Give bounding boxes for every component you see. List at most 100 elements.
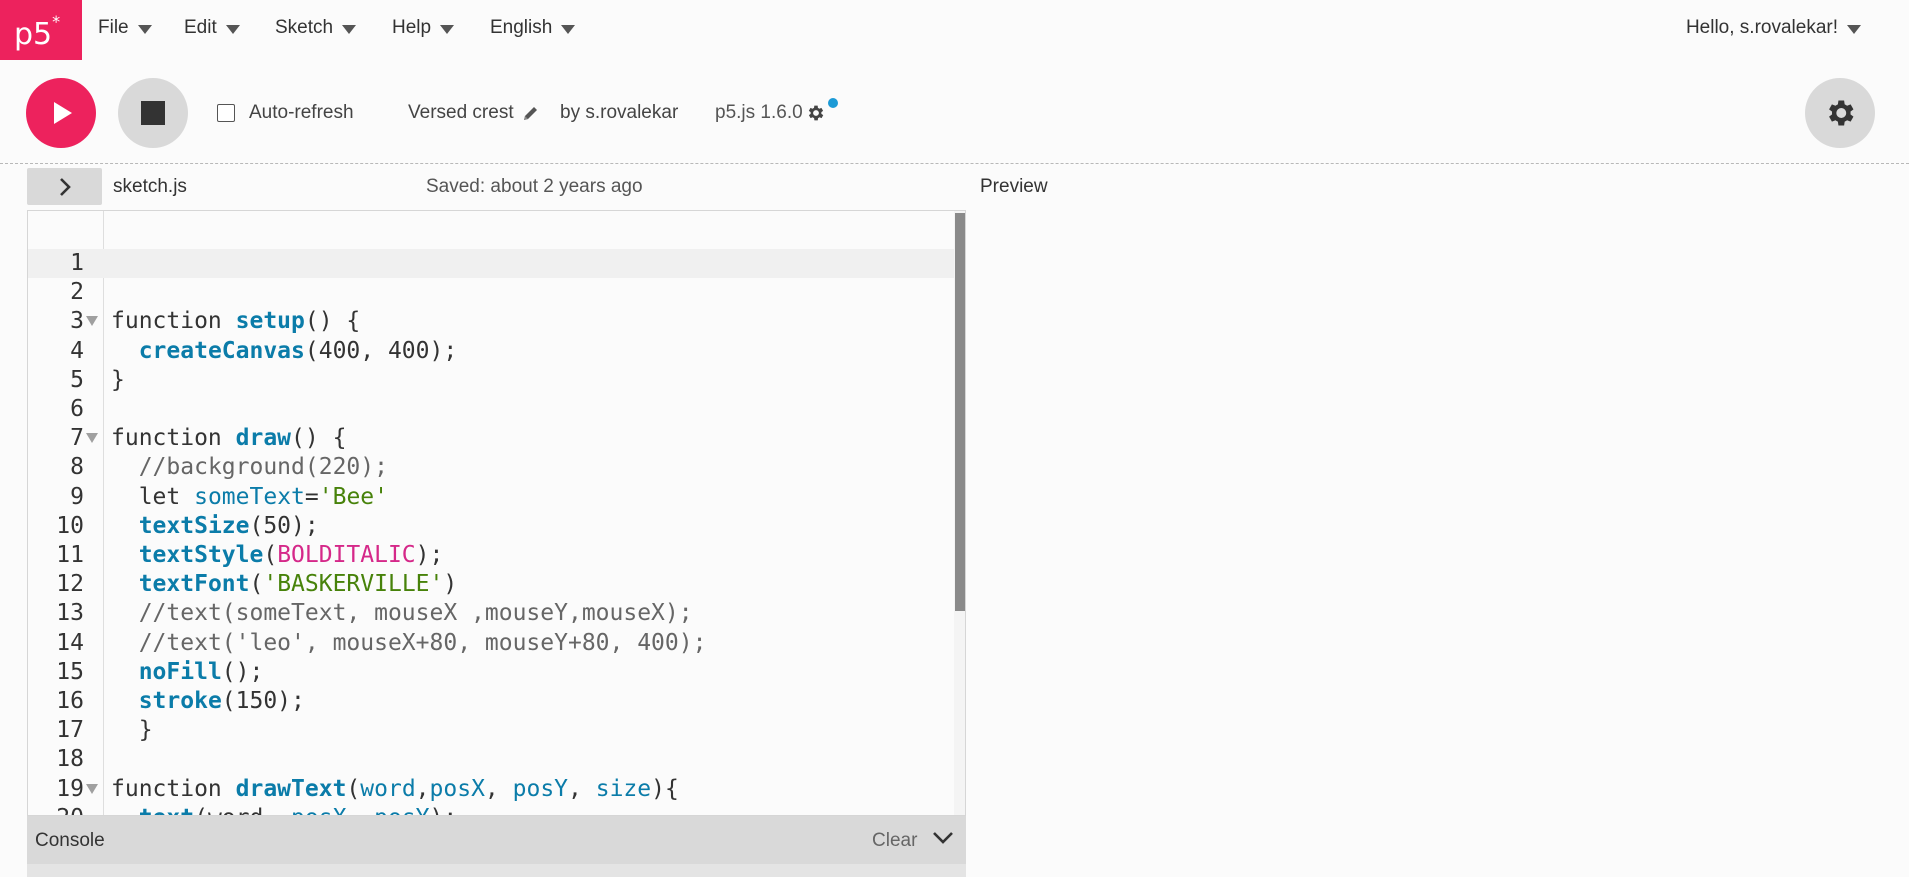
p5-logo[interactable]: p5* xyxy=(0,0,82,60)
menu-language[interactable]: English xyxy=(490,0,576,56)
code-line[interactable]: 14 //text('leo', mouseX+80, mouseY+80, 4… xyxy=(28,629,954,658)
file-name: sketch.js xyxy=(113,176,187,197)
line-number: 8 xyxy=(70,454,84,481)
code-line[interactable]: 16 stroke(150); xyxy=(28,687,954,716)
line-number: 12 xyxy=(56,571,84,598)
gear-icon[interactable] xyxy=(806,103,826,123)
user-greeting: Hello, s.rovalekar! xyxy=(1685,17,1838,38)
line-number: 14 xyxy=(56,629,84,656)
console-body xyxy=(27,864,966,877)
code-line[interactable]: 10 textSize(50); xyxy=(28,512,954,541)
caret-down-icon xyxy=(1847,24,1861,34)
code-text: } xyxy=(111,366,125,393)
sketch-name-editor[interactable]: Versed crest xyxy=(408,102,540,124)
line-number: 17 xyxy=(56,717,84,744)
code-text: function drawText(word,posX, posY, size)… xyxy=(111,775,679,802)
code-text: //text('leo', mouseX+80, mouseY+80, 400)… xyxy=(138,629,707,656)
version-settings[interactable]: p5.js 1.6.0 xyxy=(715,98,838,124)
code-line[interactable]: 7 function draw() { xyxy=(28,424,954,453)
play-button[interactable] xyxy=(26,78,96,148)
caret-down-icon xyxy=(342,24,357,34)
code-text: text(word, posX, posY); xyxy=(111,804,458,815)
logo-asterisk: * xyxy=(52,12,61,31)
line-number: 3 xyxy=(70,308,84,335)
preview-label: Preview xyxy=(980,176,1048,197)
code-line[interactable]: 4 createCanvas(400, 400); xyxy=(28,337,954,366)
code-line[interactable]: 2 xyxy=(28,278,954,307)
menu-edit-label: Edit xyxy=(184,17,217,38)
stop-icon xyxy=(141,101,165,125)
gear-icon xyxy=(1829,100,1854,126)
toolbar: Auto-refresh Versed crest by s.rovalekar… xyxy=(0,60,1909,164)
expand-sidebar-button[interactable] xyxy=(27,168,102,205)
line-number: 10 xyxy=(56,512,84,539)
user-menu[interactable]: Hello, s.rovalekar! xyxy=(1686,0,1861,56)
menu-help-label: Help xyxy=(392,17,432,38)
line-number: 2 xyxy=(70,279,84,306)
code-text: function setup() { xyxy=(111,308,361,335)
menu-file[interactable]: File xyxy=(98,0,152,56)
line-number: 15 xyxy=(56,658,84,685)
code-line[interactable]: 3 function setup() { xyxy=(28,307,954,336)
code-line[interactable]: 18 xyxy=(28,745,954,774)
line-number: 1 xyxy=(70,250,84,276)
auto-refresh-checkbox[interactable] xyxy=(217,104,235,122)
settings-button[interactable] xyxy=(1805,78,1875,148)
code-text: //background(220); xyxy=(138,454,388,481)
menu-help[interactable]: Help xyxy=(392,0,455,56)
console-clear-button[interactable]: Clear xyxy=(872,830,917,852)
code-line[interactable]: 15 noFill(); xyxy=(28,658,954,687)
code-line[interactable]: 5} xyxy=(28,366,954,395)
fold-arrow-icon[interactable] xyxy=(86,316,98,327)
logo-text: p5 xyxy=(14,17,53,52)
code-line[interactable]: 6 xyxy=(28,395,954,424)
fold-arrow-icon[interactable] xyxy=(86,783,98,794)
code-text: } xyxy=(111,717,153,744)
menu-sketch[interactable]: Sketch xyxy=(275,0,357,56)
line-number: 6 xyxy=(70,396,84,422)
caret-down-icon xyxy=(561,24,576,34)
code-text: textFont('BASKERVILLE') xyxy=(138,571,458,598)
caret-down-icon xyxy=(225,24,240,34)
console-panel: Console Clear xyxy=(27,816,966,864)
code-text: noFill(); xyxy=(138,658,264,685)
code-text: textStyle(BOLDITALIC); xyxy=(138,542,444,568)
code-text: function draw() { xyxy=(111,425,347,452)
code-text: textSize(50); xyxy=(138,512,319,539)
auto-refresh-label: Auto-refresh xyxy=(249,102,354,123)
fold-arrow-icon[interactable] xyxy=(86,433,98,444)
chevron-down-icon[interactable] xyxy=(931,828,955,848)
code-editor[interactable]: 1 2 3 function setup() {4 createCanvas(400,… xyxy=(27,210,966,816)
play-icon xyxy=(54,102,72,124)
line-number: 18 xyxy=(56,746,84,773)
p5-version-label: p5.js 1.6.0 xyxy=(715,102,803,123)
menu-edit[interactable]: Edit xyxy=(184,0,240,56)
code-line[interactable]: 12 textFont('BASKERVILLE') xyxy=(28,570,954,599)
top-nav: p5* File Edit Sketch Help English Hello,… xyxy=(0,0,1909,60)
code-text: //text(someText, mouseX ,mouseY,mouseX); xyxy=(138,600,693,627)
line-number: 19 xyxy=(56,775,84,802)
line-number: 4 xyxy=(70,337,84,364)
editor-scrollbar-thumb[interactable] xyxy=(955,213,965,611)
auto-refresh-toggle[interactable]: Auto-refresh xyxy=(217,102,354,124)
code-line[interactable]: 1 xyxy=(28,249,954,278)
code-line[interactable]: 19 function drawText(word,posX, posY, siz… xyxy=(28,775,954,804)
stop-button[interactable] xyxy=(118,78,188,148)
code-line[interactable]: 20 text(word, posX, posY); xyxy=(28,804,954,815)
line-number: 13 xyxy=(56,600,84,627)
code-line[interactable]: 17 } xyxy=(28,716,954,745)
menu-file-label: File xyxy=(98,17,129,38)
code-line[interactable]: 9 let someText='Bee' xyxy=(28,483,954,512)
code-line[interactable]: 8 //background(220); xyxy=(28,453,954,482)
line-number: 20 xyxy=(28,804,84,815)
line-number: 7 xyxy=(70,425,84,452)
chevron-right-icon xyxy=(59,177,71,196)
code-area[interactable]: 1 2 3 function setup() {4 createCanvas(400,… xyxy=(28,211,954,815)
code-line[interactable]: 13 //text(someText, mouseX ,mouseY,mouse… xyxy=(28,599,954,628)
sketch-author[interactable]: by s.rovalekar xyxy=(560,102,678,124)
menu-language-label: English xyxy=(490,17,553,38)
code-line[interactable]: 11 textStyle(BOLDITALIC); xyxy=(28,541,954,570)
sketch-name[interactable]: Versed crest xyxy=(408,102,514,124)
pencil-icon[interactable] xyxy=(522,104,540,122)
caret-down-icon xyxy=(440,24,455,34)
